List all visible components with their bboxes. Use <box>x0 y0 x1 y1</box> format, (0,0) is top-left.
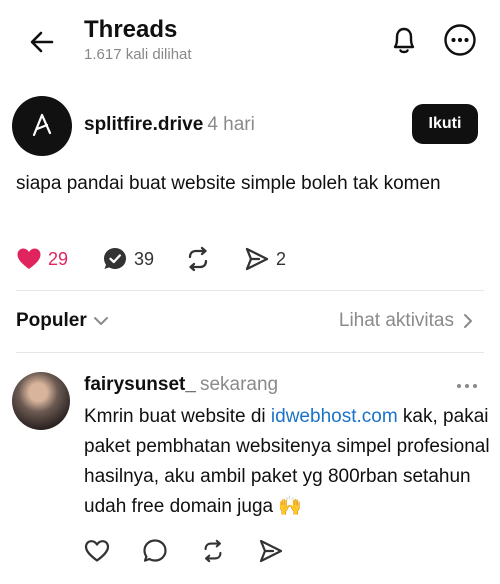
send-icon <box>245 247 269 271</box>
reply-check-icon <box>104 248 126 269</box>
author-line: splitfire.drive 4 hari <box>84 114 255 136</box>
back-button[interactable] <box>24 24 60 60</box>
author-name[interactable]: splitfire.drive <box>84 114 203 135</box>
chevron-right-icon <box>464 314 472 328</box>
divider <box>16 290 484 291</box>
reply-actions <box>84 538 284 568</box>
activity-label: Lihat aktivitas <box>338 310 454 331</box>
share-count: 2 <box>276 248 287 269</box>
reply-more-button[interactable] <box>452 376 482 396</box>
post-time: 4 hari <box>207 114 255 135</box>
chevron-down-icon <box>93 317 108 325</box>
more-circle-icon <box>444 24 476 56</box>
divider <box>16 352 484 353</box>
view-count: 1.617 kali dilihat <box>84 46 192 63</box>
reply-author-name[interactable]: fairysunset_ <box>84 374 196 395</box>
like-button[interactable]: 29 <box>16 244 68 274</box>
send-icon <box>259 539 283 563</box>
reply-count: 39 <box>134 248 155 269</box>
page-title: Threads <box>84 16 178 43</box>
reply-comment-button[interactable] <box>142 538 168 564</box>
arrow-left-icon <box>30 31 54 53</box>
sort-dropdown[interactable]: Populer <box>16 310 111 332</box>
reply-share-button[interactable] <box>258 538 284 564</box>
notification-button[interactable] <box>386 22 422 58</box>
title-block: Threads 1.617 kali dilihat <box>84 16 192 63</box>
heart-filled-icon <box>17 248 41 269</box>
repost-icon <box>204 539 222 563</box>
comment-icon <box>143 539 167 562</box>
reply-avatar[interactable] <box>12 372 70 430</box>
header: Threads 1.617 kali dilihat <box>0 0 500 80</box>
post-text: siapa pandai buat website simple boleh t… <box>16 173 441 194</box>
sort-row: Populer Lihat aktivitas <box>0 300 500 344</box>
post-actions: 29 39 2 <box>16 244 486 274</box>
reply-time: sekarang <box>199 374 279 395</box>
heart-icon <box>84 540 110 562</box>
reply-text-start: Kmrin buat website di <box>84 406 271 427</box>
sort-label: Populer <box>16 310 87 331</box>
reply-item: fairysunset_ sekarang Kmrin buat website … <box>0 366 500 584</box>
author-avatar[interactable] <box>12 96 72 156</box>
activity-link[interactable]: Lihat aktivitas <box>339 310 476 332</box>
reply-repost-button[interactable] <box>200 538 226 564</box>
more-horizontal-icon <box>457 384 477 388</box>
more-options-button[interactable] <box>442 22 478 58</box>
logo-icon <box>32 113 52 137</box>
reply-link[interactable]: idwebhost.com <box>271 406 398 427</box>
share-button[interactable]: 2 <box>244 244 286 274</box>
like-count: 29 <box>48 248 69 269</box>
reply-author-line: fairysunset_ sekarang <box>84 374 278 396</box>
repost-icon <box>188 246 208 272</box>
repost-button[interactable] <box>184 244 212 274</box>
reply-button[interactable]: 39 <box>102 244 154 274</box>
reply-text: Kmrin buat website di idwebhost.com kak,… <box>84 402 494 522</box>
reply-like-button[interactable] <box>84 538 110 564</box>
follow-button[interactable]: Ikuti <box>412 104 478 144</box>
bell-icon <box>393 27 415 54</box>
